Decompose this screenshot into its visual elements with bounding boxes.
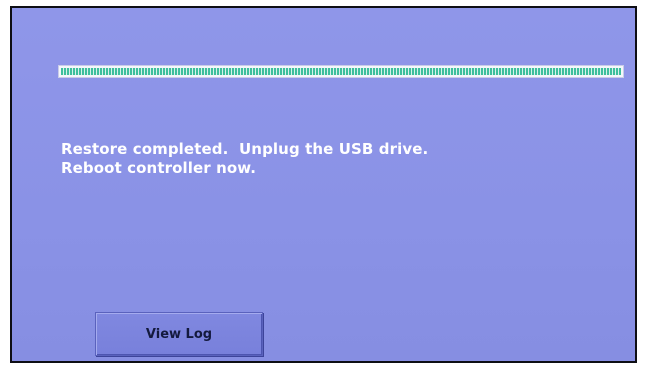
view-log-label: View Log: [145, 326, 213, 342]
device-bezel: Restore completed. Unplug the USB drive.…: [0, 0, 649, 373]
restore-progress-fill: [61, 68, 621, 75]
restore-progress-bar: [58, 65, 624, 78]
controller-screen: Restore completed. Unplug the USB drive.…: [10, 6, 637, 363]
view-log-button[interactable]: View Log: [95, 312, 263, 356]
status-message: Restore completed. Unplug the USB drive.…: [61, 140, 428, 178]
status-message-line-2: Reboot controller now.: [61, 159, 257, 177]
status-message-line-1: Restore completed. Unplug the USB drive.: [61, 140, 429, 158]
